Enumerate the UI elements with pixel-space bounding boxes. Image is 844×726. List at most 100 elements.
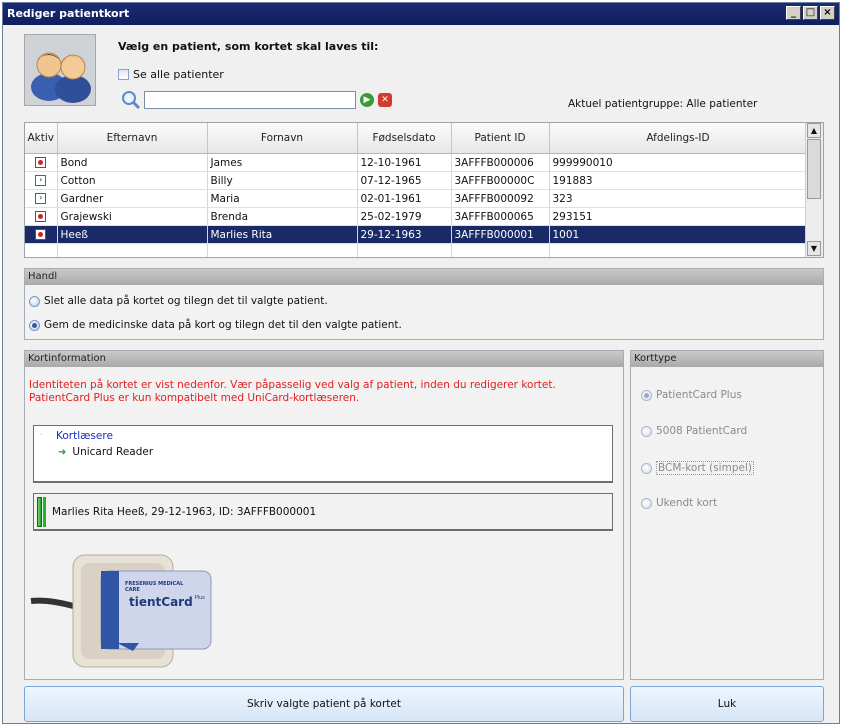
korttype-title: Korttype (631, 351, 823, 367)
record-icon (35, 157, 47, 168)
handl-section: Handl Slet alle data på kortet og tilegn… (24, 268, 824, 340)
green-arrow-icon: ➜ (58, 446, 67, 458)
first-name-cell: James (207, 153, 358, 172)
dob-cell: 07-12-1965 (357, 171, 452, 190)
card-status-icon-2 (43, 497, 46, 527)
card-reader-image: FRESENIUS MEDICAL CARE tientCard Plus (29, 541, 229, 673)
patient-table: Aktiv Efternavn Fornavn Fødselsdato Pati… (24, 122, 824, 258)
status-cell (25, 207, 58, 226)
status-cell (25, 153, 58, 172)
card-brand-plus: Plus (194, 595, 205, 601)
close-button[interactable]: Luk (630, 686, 824, 722)
radio-button[interactable] (29, 295, 40, 307)
table-row[interactable]: Grajewski Brenda 25-02-1979 3AFFFB000065… (25, 207, 808, 226)
status-cell (25, 225, 58, 244)
radio-label: Gem de medicinske data på kort og tilegn… (44, 319, 402, 331)
magnifier-icon (120, 90, 142, 110)
radio-ukendt-kort: Ukendt kort (641, 497, 717, 509)
radio-button (641, 462, 652, 474)
checkbox-box[interactable] (118, 69, 129, 80)
patient-selection-panel: Vælg en patient, som kortet skal laves t… (20, 26, 828, 122)
table-row[interactable]: › Cotton Billy 07-12-1965 3AFFFB00000C 1… (25, 171, 808, 190)
card-brand-top: FRESENIUS MEDICAL CARE (125, 581, 184, 593)
col-header[interactable]: Fødselsdato (357, 123, 452, 154)
last-name-cell: Cotton (57, 171, 208, 190)
status-cell (25, 243, 58, 257)
close-window-button[interactable]: × (820, 6, 835, 20)
radio-label: 5008 PatientCard (656, 425, 748, 437)
first-name-cell: Brenda (207, 207, 358, 226)
patient-id-cell: 3AFFFB00000C (451, 171, 550, 190)
status-cell: › (25, 189, 58, 208)
radio-button (641, 425, 652, 437)
radio-label: BCM-kort (simpel) (656, 461, 754, 475)
radio-label: PatientCard Plus (656, 389, 742, 401)
table-scrollbar[interactable]: ▲ ▼ (805, 123, 823, 257)
minimize-button[interactable]: _ (786, 6, 801, 20)
show-all-patients-checkbox[interactable]: Se alle patienter (118, 68, 224, 81)
warning-text: Identiteten på kortet er vist nedenfor. … (29, 379, 556, 404)
handl-title: Handl (25, 269, 823, 285)
patient-id-cell: 3AFFFB000006 (451, 153, 550, 172)
tree-root[interactable]: Kortlæsere (56, 430, 113, 442)
radio-label: Ukendt kort (656, 497, 718, 509)
scroll-up-icon[interactable]: ▲ (807, 123, 821, 138)
radio-delete-all[interactable]: Slet alle data på kortet og tilegn det t… (29, 295, 328, 307)
table-header-row: Aktiv Efternavn Fornavn Fødselsdato Pati… (25, 123, 808, 154)
maximize-button[interactable]: □ (803, 6, 818, 20)
dob-cell: 12-10-1961 (357, 153, 452, 172)
patient-search-input[interactable] (144, 91, 356, 109)
first-name-cell: Marlies Rita (207, 225, 358, 244)
last-name-cell: Bond (57, 153, 208, 172)
dept-id-cell: 1001 (549, 225, 808, 244)
table-row[interactable] (25, 243, 808, 257)
card-brand-name: tientCard (129, 595, 193, 609)
status-cell: › (25, 171, 58, 190)
scroll-down-icon[interactable]: ▼ (807, 241, 821, 256)
first-name-cell: Billy (207, 171, 358, 190)
last-name-cell: Gardner (57, 189, 208, 208)
select-patient-prompt: Vælg en patient, som kortet skal laves t… (118, 40, 379, 53)
clear-search-icon[interactable]: ✕ (378, 93, 392, 107)
korttype-section: Korttype PatientCard Plus 5008 PatientCa… (630, 350, 824, 680)
arrow-icon: › (35, 193, 47, 204)
window-title: Rediger patientkort (7, 7, 130, 20)
tree-child-label: Unicard Reader (72, 446, 154, 458)
dob-cell: 29-12-1963 (357, 225, 452, 244)
first-name-cell: Maria (207, 189, 358, 208)
card-identity-text: Marlies Rita Heeß, 29-12-1963, ID: 3AFFF… (52, 506, 317, 518)
dept-id-cell: 323 (549, 189, 808, 208)
search-go-icon[interactable]: ▶ (360, 93, 374, 107)
col-header[interactable]: Fornavn (207, 123, 358, 154)
last-name-cell: Grajewski (57, 207, 208, 226)
patient-id-cell: 3AFFFB000001 (451, 225, 550, 244)
patient-id-cell: 3AFFFB000065 (451, 207, 550, 226)
radio-bcm-kort: BCM-kort (simpel) (641, 461, 754, 475)
write-to-card-button[interactable]: Skriv valgte patient på kortet (24, 686, 624, 722)
radio-keep-medical[interactable]: Gem de medicinske data på kort og tilegn… (29, 319, 402, 331)
radio-label: Slet alle data på kortet og tilegn det t… (44, 295, 328, 307)
radio-button (641, 389, 652, 401)
radio-button (641, 497, 652, 509)
card-status-icon (37, 497, 42, 527)
col-header[interactable]: Afdelings-ID (549, 123, 808, 154)
radio-5008-patientcard: 5008 PatientCard (641, 425, 747, 437)
table-row-selected[interactable]: Heeß Marlies Rita 29-12-1963 3AFFFB00000… (25, 225, 808, 244)
kortinfo-section: Kortinformation Identiteten på kortet er… (24, 350, 624, 680)
tree-child[interactable]: ➜ Unicard Reader (58, 446, 153, 458)
kortinfo-title: Kortinformation (25, 351, 623, 367)
scroll-thumb[interactable] (807, 139, 821, 199)
dob-cell: 25-02-1979 (357, 207, 452, 226)
card-identity-box: Marlies Rita Heeß, 29-12-1963, ID: 3AFFF… (33, 493, 613, 531)
col-header[interactable]: Aktiv (25, 123, 58, 154)
col-header[interactable]: Patient ID (451, 123, 550, 154)
radio-button[interactable] (29, 319, 40, 331)
tree-dot-icon: · (40, 430, 43, 439)
dob-cell: 02-01-1961 (357, 189, 452, 208)
record-icon (35, 211, 47, 222)
table-row[interactable]: › Gardner Maria 02-01-1961 3AFFFB000092 … (25, 189, 808, 208)
show-all-label: Se alle patienter (133, 68, 224, 81)
table-row[interactable]: Bond James 12-10-1961 3AFFFB000006 99999… (25, 153, 808, 172)
col-header[interactable]: Efternavn (57, 123, 208, 154)
card-reader-tree[interactable]: · Kortlæsere ➜ Unicard Reader (33, 425, 613, 483)
